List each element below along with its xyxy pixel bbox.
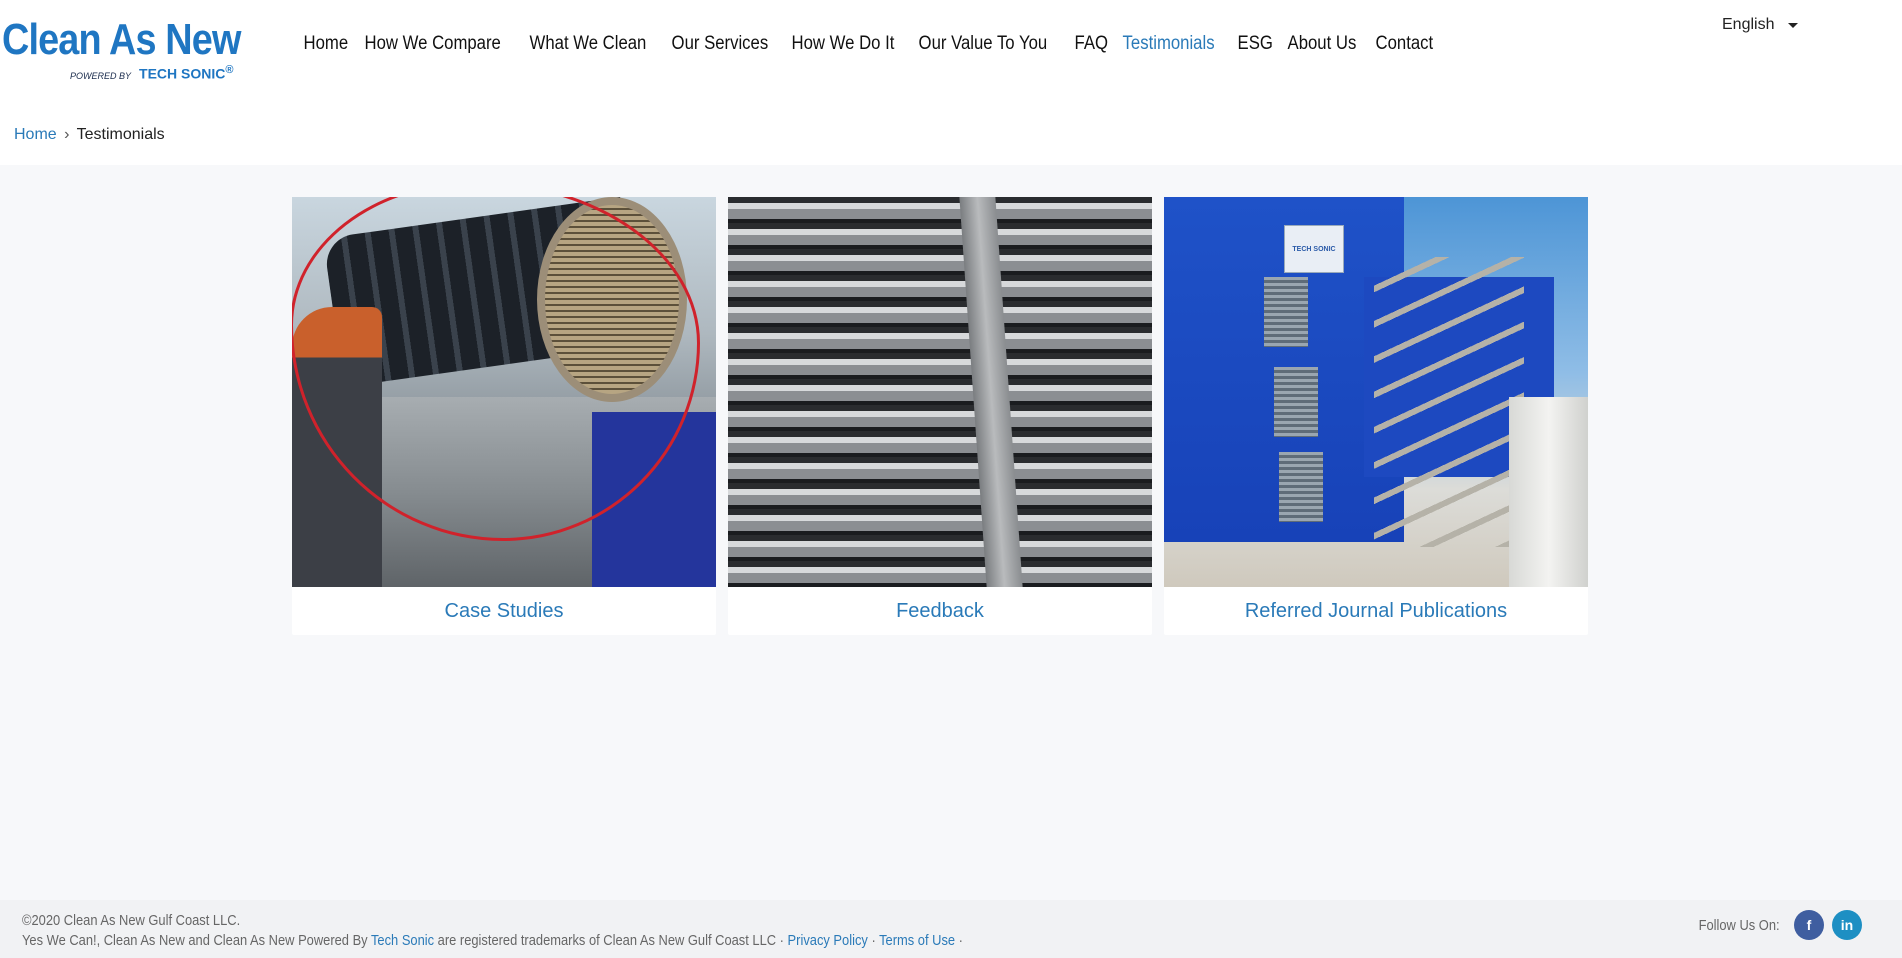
- main-nav: Home How We Compare What We Clean Our Se…: [293, 30, 1440, 58]
- legal-prefix: Yes We Can!, Clean As New and Clean As N…: [22, 932, 368, 949]
- image-vent: [1279, 452, 1323, 522]
- nav-our-services[interactable]: Our Services: [661, 30, 779, 58]
- image-tank: [1509, 397, 1588, 587]
- breadcrumb-separator: ›: [64, 126, 70, 143]
- nav-what-we-clean[interactable]: What We Clean: [519, 30, 657, 58]
- nav-our-value[interactable]: Our Value To You: [908, 30, 1058, 58]
- legal-text: Yes We Can!, Clean As New and Clean As N…: [22, 932, 963, 949]
- breadcrumb-home[interactable]: Home: [14, 126, 57, 143]
- logo-subtitle: POWERED BY TECH SONIC®: [70, 64, 233, 82]
- tech-sonic-link[interactable]: Tech Sonic: [371, 932, 434, 949]
- card-label-case-studies[interactable]: Case Studies: [292, 587, 716, 635]
- nav-faq[interactable]: FAQ: [1064, 30, 1119, 58]
- nav-how-we-compare[interactable]: How We Compare: [354, 30, 511, 58]
- journal-publications-image[interactable]: TECH SONIC: [1164, 197, 1588, 587]
- case-studies-image[interactable]: [292, 197, 716, 587]
- linkedin-icon[interactable]: in: [1832, 910, 1862, 940]
- language-selector[interactable]: English: [1722, 16, 1799, 34]
- follow-label: Follow Us On:: [1698, 916, 1780, 934]
- footer-dot: ·: [871, 932, 876, 949]
- site-header: Clean As New POWERED BY TECH SONIC® Home…: [0, 0, 1902, 165]
- image-strap: [959, 197, 1023, 587]
- social-follow: Follow Us On: f in: [1692, 910, 1862, 940]
- legal-suffix: are registered trademarks of Clean As Ne…: [437, 932, 784, 949]
- privacy-policy-link[interactable]: Privacy Policy: [788, 932, 868, 949]
- card-case-studies[interactable]: Case Studies: [292, 197, 716, 635]
- facebook-icon[interactable]: f: [1794, 910, 1824, 940]
- logo[interactable]: Clean As New POWERED BY TECH SONIC®: [2, 18, 242, 82]
- registered-mark: ®: [225, 64, 234, 76]
- nav-esg[interactable]: ESG: [1227, 30, 1283, 58]
- nav-testimonials[interactable]: Testimonials: [1112, 30, 1225, 58]
- breadcrumb-current: Testimonials: [76, 126, 165, 143]
- logo-wordmark: Clean As New: [2, 15, 241, 64]
- feedback-image[interactable]: [728, 197, 1152, 587]
- caret-down-icon: [1788, 22, 1799, 28]
- language-label: English: [1722, 16, 1775, 33]
- terms-of-use-link[interactable]: Terms of Use: [879, 932, 955, 949]
- image-sign: TECH SONIC: [1284, 225, 1344, 273]
- tech-sonic-text: TECH SONIC®: [139, 64, 234, 82]
- powered-by-text: POWERED BY: [70, 70, 132, 81]
- copyright-text: ©2020 Clean As New Gulf Coast LLC.: [22, 912, 241, 929]
- image-stairs: [1374, 257, 1524, 547]
- image-vent: [1264, 277, 1308, 347]
- footer-dot-end: ·: [958, 932, 963, 949]
- nav-how-we-do-it[interactable]: How We Do It: [781, 30, 905, 58]
- testimonial-cards: Case Studies Feedback TECH SONIC Referre…: [292, 197, 1588, 635]
- nav-home[interactable]: Home: [293, 30, 359, 58]
- nav-contact[interactable]: Contact: [1365, 30, 1444, 58]
- card-feedback[interactable]: Feedback: [728, 197, 1152, 635]
- site-footer: ©2020 Clean As New Gulf Coast LLC. Yes W…: [0, 900, 1902, 958]
- image-vent: [1274, 367, 1318, 437]
- card-label-journal-publications[interactable]: Referred Journal Publications: [1164, 587, 1588, 635]
- nav-about-us[interactable]: About Us: [1277, 30, 1367, 58]
- breadcrumb: Home › Testimonials: [14, 126, 165, 144]
- card-journal-publications[interactable]: TECH SONIC Referred Journal Publications: [1164, 197, 1588, 635]
- card-label-feedback[interactable]: Feedback: [728, 587, 1152, 635]
